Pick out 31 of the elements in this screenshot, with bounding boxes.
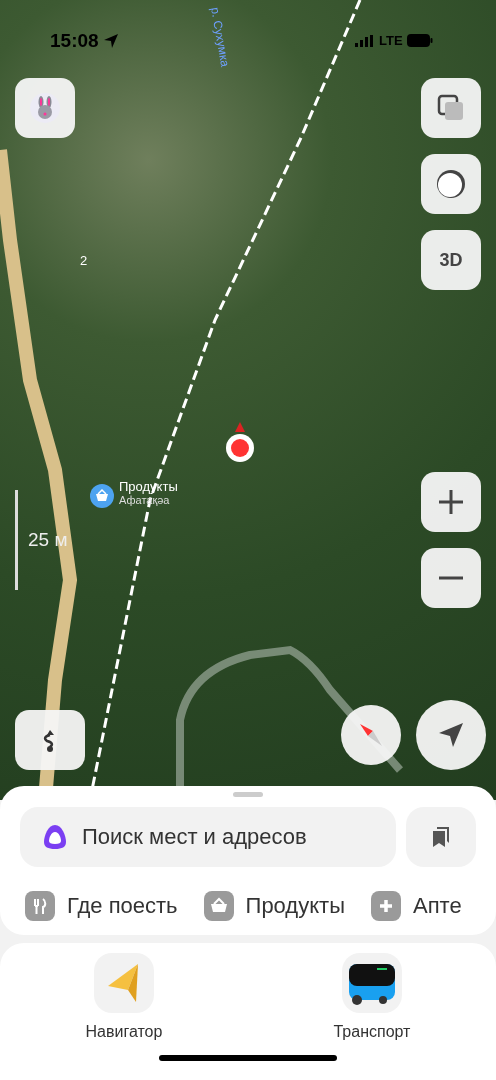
rabbit-avatar-icon (29, 92, 61, 124)
zoom-out-button[interactable] (421, 548, 481, 608)
category-chip[interactable]: Где поесть (25, 891, 178, 921)
building-number: 2 (80, 253, 88, 268)
compass-button[interactable] (341, 705, 401, 765)
3d-button[interactable]: 3D (421, 230, 481, 290)
location-arrow-icon (437, 721, 465, 749)
circle-icon (434, 167, 468, 201)
category-chip[interactable]: Апте (370, 891, 462, 921)
basket-icon (203, 891, 234, 921)
category-chip[interactable]: Продукты (203, 891, 345, 921)
plus-icon (370, 891, 401, 921)
sheet-handle[interactable] (233, 792, 263, 797)
battery-icon (406, 34, 433, 47)
basket-icon[interactable] (90, 484, 114, 508)
status-time: 15:08 (50, 30, 99, 52)
plus-icon (438, 489, 464, 515)
signal-icon (355, 34, 375, 47)
map-style-button[interactable] (421, 154, 481, 214)
profile-button[interactable] (15, 78, 75, 138)
route-button[interactable] (15, 710, 85, 770)
layers-icon (436, 93, 466, 123)
location-arrow-icon (102, 33, 119, 49)
street-label: р. Сухумка (208, 6, 233, 68)
search-field[interactable]: Поиск мест и адресов (20, 807, 396, 867)
layers-button[interactable] (421, 78, 481, 138)
zoom-in-button[interactable] (421, 472, 481, 532)
bookmarks-button[interactable] (406, 807, 476, 867)
minus-icon (438, 576, 464, 580)
fork-knife-icon (25, 891, 55, 921)
network-type: LTE (379, 33, 403, 48)
